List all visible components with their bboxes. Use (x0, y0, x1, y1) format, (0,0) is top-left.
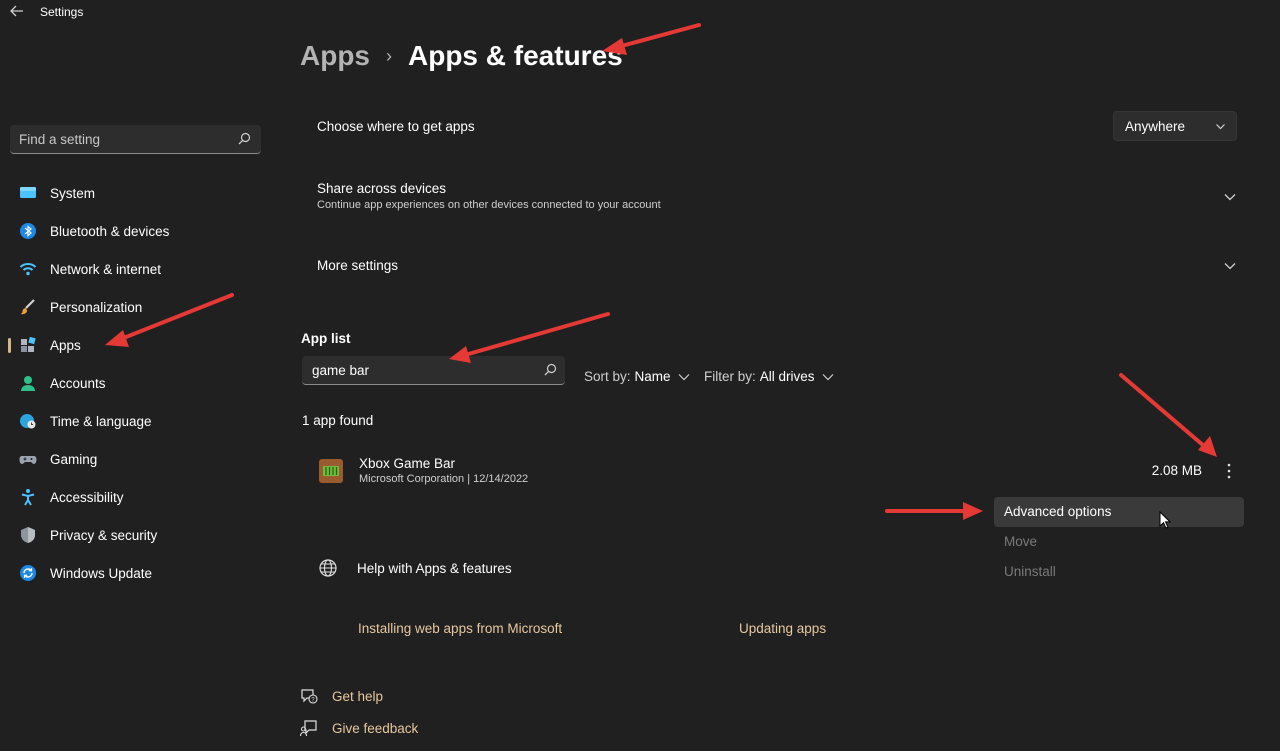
find-setting-input[interactable] (19, 125, 229, 153)
app-search-input[interactable] (312, 356, 532, 384)
sidebar-item-label: Privacy & security (50, 527, 158, 543)
sidebar-item-windows-update[interactable]: Windows Update (0, 554, 280, 592)
apps-found-count: 1 app found (302, 413, 374, 428)
setting-row-choose-where: Choose where to get apps (301, 119, 1251, 134)
filter-by-value: All drives (759, 369, 815, 384)
breadcrumb-parent-apps[interactable]: Apps (300, 40, 370, 72)
chevron-down-icon (678, 373, 689, 380)
setting-label: More settings (317, 258, 399, 273)
setting-row-more-settings[interactable]: More settings (301, 258, 1251, 278)
chevron-down-icon[interactable] (1223, 259, 1237, 273)
sidebar-item-accessibility[interactable]: Accessibility (0, 478, 280, 516)
apps-icon (21, 336, 36, 352)
brush-icon (20, 299, 35, 315)
sort-by-label: Sort by: (584, 369, 631, 384)
gamepad-icon (19, 456, 37, 464)
sort-by-value: Name (634, 369, 671, 384)
setting-description: Continue app experiences on other device… (317, 199, 661, 211)
accessibility-icon (21, 489, 35, 506)
sidebar-item-system[interactable]: System (0, 174, 280, 212)
sidebar-item-gaming[interactable]: Gaming (0, 440, 280, 478)
find-setting-search[interactable] (10, 125, 261, 154)
more-options-icon[interactable] (1221, 461, 1237, 481)
person-icon (21, 376, 35, 391)
give-feedback-label: Give feedback (332, 720, 419, 736)
window-title: Settings (40, 5, 84, 19)
monitor-icon (20, 187, 36, 198)
setting-label: Choose where to get apps (317, 119, 475, 134)
feedback-icon (300, 720, 317, 737)
breadcrumb: Apps › Apps & features (300, 40, 623, 72)
sidebar-item-label: Windows Update (50, 565, 153, 581)
chat-help-icon: ? (301, 689, 318, 704)
help-title: Help with Apps & features (357, 560, 512, 576)
search-icon[interactable] (238, 132, 251, 145)
link-updating-apps[interactable]: Updating apps (739, 621, 826, 636)
menu-item-uninstall: Uninstall (1004, 564, 1056, 579)
dropdown-value: Anywhere (1125, 118, 1186, 134)
filter-by-label: Filter by: (704, 369, 756, 384)
chevron-down-icon[interactable] (1223, 190, 1237, 204)
app-size: 2.08 MB (1151, 463, 1202, 478)
app-list-search[interactable] (302, 356, 565, 385)
get-help-label: Get help (332, 688, 384, 704)
bluetooth-icon (20, 223, 36, 239)
title-bar: Settings (0, 0, 1280, 24)
chevron-down-icon (822, 373, 833, 380)
app-name: Xbox Game Bar (359, 456, 456, 471)
sidebar-item-label: System (50, 185, 96, 201)
app-list-item: Xbox Game Bar Microsoft Corporation | 12… (301, 447, 1251, 495)
sidebar-item-privacy[interactable]: Privacy & security (0, 516, 280, 554)
filter-by-dropdown[interactable]: Filter by: All drives (704, 369, 834, 384)
sidebar-item-apps[interactable]: Apps (0, 326, 280, 364)
sidebar-item-personalization[interactable]: Personalization (0, 288, 280, 326)
back-arrow-icon[interactable] (8, 2, 26, 20)
give-feedback-link[interactable]: Give feedback (300, 719, 418, 737)
globe-clock-icon (20, 414, 36, 429)
setting-row-share-across-devices[interactable]: Share across devices Continue app experi… (301, 181, 1251, 217)
chevron-down-icon (1216, 124, 1225, 130)
sidebar-item-label: Bluetooth & devices (50, 223, 170, 239)
sidebar-item-label: Gaming (50, 451, 98, 467)
menu-item-advanced-options[interactable]: Advanced options (994, 497, 1244, 527)
globe-icon (319, 559, 337, 577)
sidebar-item-accounts[interactable]: Accounts (0, 364, 280, 402)
search-icon[interactable] (544, 363, 557, 376)
page-title: Apps & features (408, 40, 623, 71)
sidebar-item-bluetooth[interactable]: Bluetooth & devices (0, 212, 280, 250)
menu-item-move: Move (1004, 534, 1038, 549)
xbox-game-bar-icon (319, 459, 343, 483)
get-help-link[interactable]: ? Get help (300, 687, 383, 705)
app-list-heading: App list (301, 331, 351, 346)
breadcrumb-separator: › (386, 45, 392, 66)
sidebar-item-label: Time & language (50, 413, 152, 429)
app-publisher-date: Microsoft Corporation | 12/14/2022 (359, 473, 529, 485)
wifi-icon (19, 263, 37, 276)
setting-label: Share across devices (317, 181, 447, 196)
sidebar-item-label: Network & internet (50, 261, 162, 277)
choose-where-dropdown[interactable]: Anywhere (1113, 111, 1237, 141)
sidebar-nav: System Bluetooth & devices Network & int… (0, 174, 280, 592)
sidebar-item-label: Accounts (50, 375, 106, 391)
sidebar-item-network[interactable]: Network & internet (0, 250, 280, 288)
update-icon (20, 565, 36, 581)
sort-by-dropdown[interactable]: Sort by: Name (584, 369, 690, 384)
sidebar-item-label: Personalization (50, 299, 143, 315)
sidebar-item-label: Accessibility (50, 489, 124, 505)
link-installing-web-apps[interactable]: Installing web apps from Microsoft (358, 621, 562, 636)
help-section-header[interactable]: Help with Apps & features (318, 558, 512, 578)
mouse-cursor-icon (1159, 511, 1171, 529)
sidebar-item-time-language[interactable]: Time & language (0, 402, 280, 440)
sidebar-item-label: Apps (50, 337, 81, 353)
shield-icon (21, 527, 35, 543)
app-context-menu: Advanced options Move Uninstall (994, 497, 1244, 587)
